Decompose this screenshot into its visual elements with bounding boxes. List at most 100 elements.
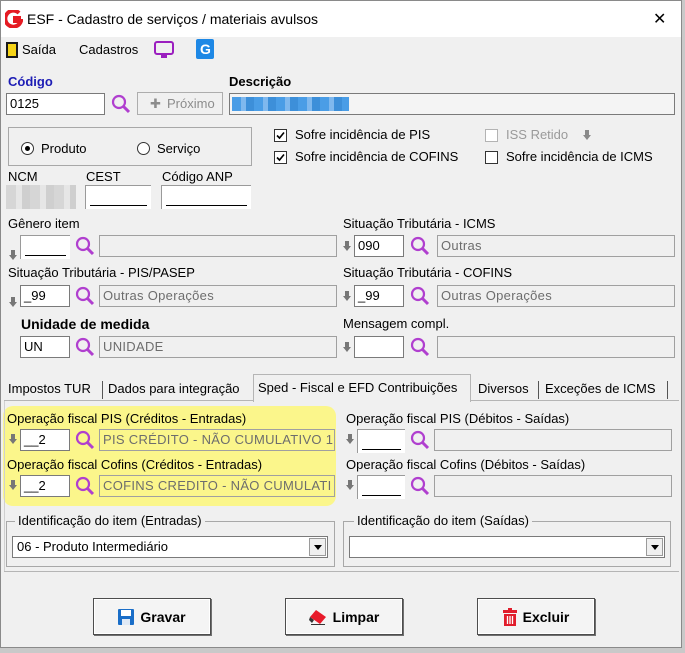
cofins-entrada-code-input[interactable]: __2 [20, 475, 70, 497]
down-arrow-icon [343, 241, 351, 251]
ncm-input[interactable] [6, 185, 76, 209]
app-logo-icon [5, 10, 23, 28]
search-icon[interactable] [409, 429, 431, 451]
search-icon[interactable] [409, 235, 431, 257]
cofins-entrada-label: Operação fiscal Cofins (Créditos - Entra… [7, 457, 263, 472]
cofins-checkbox[interactable] [274, 151, 287, 164]
descricao-label: Descrição [229, 74, 292, 89]
cest-input[interactable] [85, 185, 151, 209]
tab-dados-integracao[interactable]: Dados para integração [104, 377, 246, 401]
iss-retido-label: ISS Retido [506, 127, 569, 142]
gravar-label: Gravar [140, 608, 186, 625]
pis-saida-code-input[interactable] [357, 429, 405, 453]
chevron-down-icon[interactable] [646, 538, 663, 556]
produto-label: Produto [41, 141, 87, 156]
eraser-icon [308, 609, 326, 625]
pis-checkbox-label: Sofre incidência de PIS [295, 127, 431, 142]
blurred-description [232, 97, 349, 111]
search-icon[interactable] [409, 336, 431, 358]
excluir-label: Excluir [522, 608, 570, 625]
title-bar: ESF - Cadastro de serviços / materiais a… [1, 1, 681, 37]
search-icon[interactable] [409, 475, 431, 497]
pis-saida-desc-field [434, 429, 672, 451]
search-icon[interactable] [110, 93, 132, 115]
ident-entrada-select[interactable]: 06 - Produto Intermediário [12, 536, 328, 558]
genero-code-input[interactable] [20, 235, 70, 259]
pis-st-code-input[interactable]: _99 [20, 285, 70, 307]
limpar-button[interactable]: Limpar [285, 598, 403, 635]
down-arrow-icon [343, 291, 351, 301]
search-icon[interactable] [74, 235, 96, 257]
down-arrow-icon [9, 434, 17, 444]
cofins-saida-code-input[interactable] [357, 475, 405, 499]
codigo-input[interactable]: 0125 [6, 93, 105, 115]
pis-st-desc-field: Outras Operações [99, 285, 337, 307]
pis-entrada-label: Operação fiscal PIS (Créditos - Entradas… [7, 411, 247, 426]
cest-label: CEST [86, 169, 121, 184]
tab-separator [667, 381, 668, 399]
ncm-label: NCM [8, 169, 38, 184]
down-arrow-icon [9, 250, 17, 260]
mensagem-desc-field [437, 336, 675, 358]
saida-label: Saída [22, 42, 56, 57]
excluir-button[interactable]: Excluir [477, 598, 595, 635]
servico-label: Serviço [157, 141, 201, 156]
chevron-down-icon[interactable] [309, 538, 326, 556]
cadastros-menu[interactable]: Cadastros [79, 42, 138, 57]
tab-panel-border [4, 401, 5, 571]
cofins-saida-desc-field [434, 475, 672, 497]
produto-radio[interactable] [21, 142, 34, 155]
tab-diversos[interactable]: Diversos [474, 377, 538, 401]
pis-st-label: Situação Tributária - PIS/PASEP [8, 265, 195, 280]
search-icon[interactable] [74, 336, 96, 358]
cofins-entrada-desc-field: COFINS CREDITO - NÃO CUMULATI [99, 475, 335, 497]
icms-st-code-input[interactable]: 090 [354, 235, 404, 257]
dialog-window: ESF - Cadastro de serviços / materiais a… [0, 0, 682, 648]
proximo-button[interactable]: ✚ Próximo [137, 92, 223, 115]
g-app-icon[interactable]: G [196, 39, 214, 59]
icms-st-label: Situação Tributária - ICMS [343, 216, 496, 231]
iss-retido-checkbox[interactable] [485, 129, 498, 142]
genero-label: Gênero item [8, 216, 80, 231]
search-icon[interactable] [74, 475, 96, 497]
cofins-saida-label: Operação fiscal Cofins (Débitos - Saídas… [346, 457, 586, 472]
tab-separator [102, 381, 103, 399]
save-icon [118, 608, 135, 625]
servico-radio[interactable] [137, 142, 150, 155]
pis-entrada-desc-field: PIS CRÉDITO - NÃO CUMULATIVO 1. [99, 429, 335, 451]
cofins-st-desc-field: Outras Operações [437, 285, 675, 307]
cofins-st-code-input[interactable]: _99 [354, 285, 404, 307]
ident-saida-select[interactable] [349, 536, 665, 558]
tab-excecoes-icms[interactable]: Exceções de ICMS [541, 377, 667, 401]
pis-checkbox[interactable] [274, 129, 287, 142]
tab-sped-fiscal[interactable]: Sped - Fiscal e EFD Contribuições [253, 374, 471, 402]
cofins-st-label: Situação Tributária - COFINS [343, 265, 513, 280]
close-icon[interactable]: ✕ [653, 9, 666, 29]
anp-input[interactable] [161, 185, 251, 209]
mensagem-code-input[interactable] [354, 336, 404, 358]
search-icon[interactable] [74, 429, 96, 451]
pis-entrada-code-input[interactable]: __2 [20, 429, 70, 451]
icms-checkbox[interactable] [485, 151, 498, 164]
monitor-icon[interactable] [154, 41, 174, 59]
gravar-button[interactable]: Gravar [93, 598, 211, 635]
svg-text:G: G [200, 41, 211, 57]
search-icon[interactable] [74, 285, 96, 307]
unidade-code-input[interactable]: UN [20, 336, 70, 358]
ident-entrada-label: Identificação do item (Entradas) [15, 513, 205, 528]
descricao-input[interactable] [229, 93, 675, 115]
cofins-checkbox-label: Sofre incidência de COFINS [295, 149, 459, 164]
exit-door-icon [6, 42, 18, 58]
limpar-label: Limpar [332, 608, 380, 625]
tab-impostos-tur[interactable]: Impostos TUR [4, 377, 100, 401]
icms-checkbox-label: Sofre incidência de ICMS [506, 149, 653, 164]
plus-icon: ✚ [150, 96, 161, 111]
proximo-label: Próximo [167, 96, 215, 111]
unidade-desc-field: UNIDADE [99, 336, 337, 358]
ident-entrada-value: 06 - Produto Intermediário [17, 539, 169, 554]
search-icon[interactable] [409, 285, 431, 307]
saida-button[interactable]: Saída [6, 41, 66, 61]
codigo-label: Código [8, 74, 53, 89]
trash-icon [502, 607, 517, 626]
tab-separator [538, 381, 539, 399]
